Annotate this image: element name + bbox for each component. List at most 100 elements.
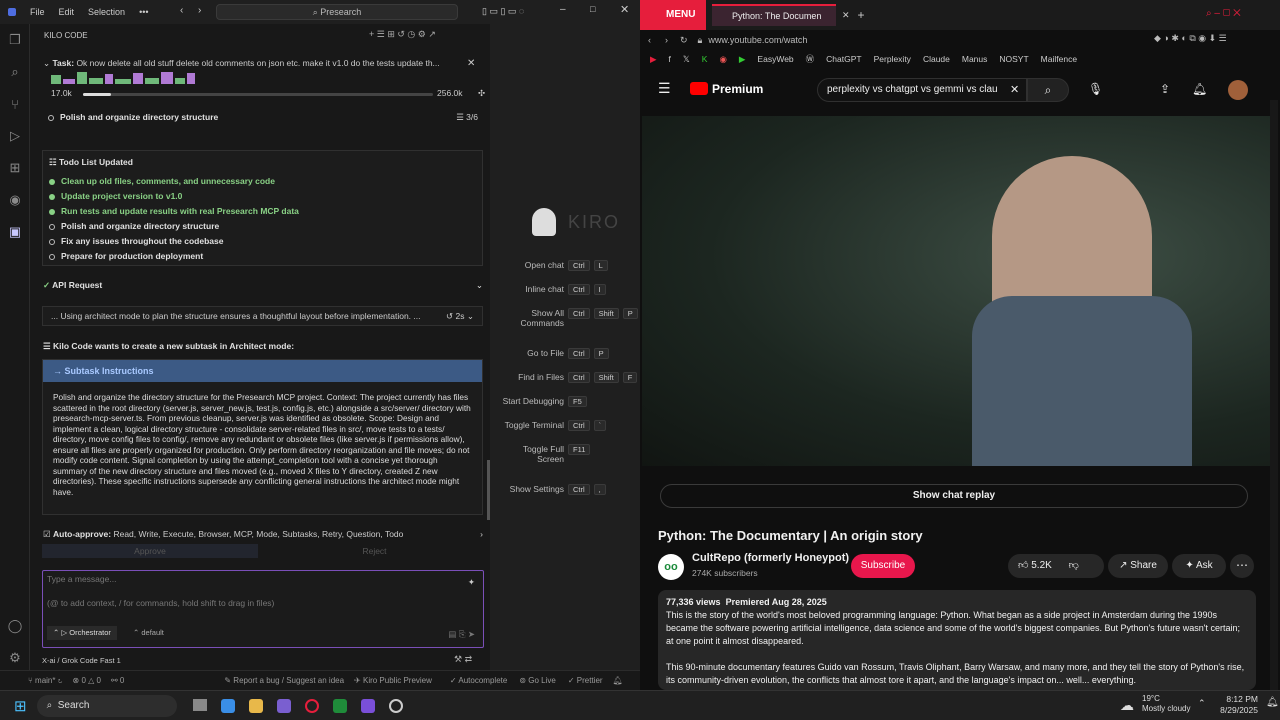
menu-selection[interactable]: Selection xyxy=(88,7,125,17)
shortcut-row[interactable]: Open chat Ctrl L xyxy=(498,260,638,271)
opera-icon[interactable] xyxy=(304,698,319,713)
kilo-code-icon[interactable]: ▣ xyxy=(0,216,30,248)
approve-button[interactable]: Approve xyxy=(42,544,258,558)
panel-actions[interactable]: + ☰ ⊞ ↺ ◷ ⚙ ↗ xyxy=(369,29,436,40)
bookmark-chatgpt[interactable]: ChatGPT xyxy=(826,54,861,64)
like-button[interactable]: 👍︎ 5.2K xyxy=(1018,560,1052,571)
start-button-icon[interactable]: ⊞ xyxy=(14,697,27,715)
subscribe-button[interactable]: Subscribe xyxy=(851,554,915,578)
extension-icons[interactable]: ◆ ◑ ✱ ◐ ⧉ ◉ ⬇ ☰ xyxy=(1154,33,1227,44)
github-icon[interactable] xyxy=(388,698,403,713)
reject-button[interactable]: Reject xyxy=(266,544,483,558)
api-request-row[interactable]: ✓ API Request ⌄ xyxy=(43,280,483,291)
bookmark-reddit-icon[interactable]: ◉ xyxy=(719,54,726,65)
mic-icon[interactable]: 🎙︎ xyxy=(1088,82,1103,96)
bookmark-manus[interactable]: Manus xyxy=(962,54,988,64)
thinking-row[interactable]: ... Using architect mode to plan the str… xyxy=(42,306,483,326)
video-player[interactable] xyxy=(642,116,1270,466)
shortcut-row[interactable]: Start Debugging F5 xyxy=(498,396,638,407)
bookmark-perplexity[interactable]: Perplexity xyxy=(874,54,911,64)
window-controls[interactable]: ⌕ – ▢ ✕ xyxy=(1206,8,1241,19)
youtube-bookmark-icon[interactable]: ▶ xyxy=(650,54,657,65)
menu-file[interactable]: File xyxy=(30,7,45,17)
shortcut-row[interactable]: Go to File Ctrl P xyxy=(498,348,638,359)
hamburger-menu-icon[interactable]: ☰ xyxy=(658,80,671,97)
close-icon[interactable]: ✕ xyxy=(620,3,629,16)
forward-icon[interactable]: › xyxy=(198,5,201,16)
copilot-icon[interactable] xyxy=(220,698,235,713)
tab-close-icon[interactable]: ✕ xyxy=(842,10,850,21)
youtube-premium-logo[interactable]: Premium xyxy=(712,82,763,96)
channel-avatar[interactable]: oo xyxy=(658,554,684,580)
shortcut-row[interactable]: Inline chat Ctrl I xyxy=(498,284,638,295)
task-close-icon[interactable]: ✕ xyxy=(467,58,475,69)
search-icon[interactable]: ⌕ xyxy=(1027,78,1069,102)
go-live-button[interactable]: ⊚ Go Live xyxy=(519,676,556,685)
forward-icon[interactable]: › xyxy=(665,35,668,45)
notification-center-icon[interactable]: 🔔︎ xyxy=(1266,697,1279,708)
ask-button[interactable]: ✦ Ask xyxy=(1172,554,1226,578)
avatar[interactable] xyxy=(1228,80,1248,100)
prettier-status[interactable]: ✓ Prettier xyxy=(568,676,603,685)
kiro-app-icon[interactable] xyxy=(360,698,375,713)
back-icon[interactable]: ‹ xyxy=(180,5,183,16)
notifications-icon[interactable]: 🔔︎ xyxy=(613,676,623,685)
bookmark-nosyt[interactable]: NOSYT xyxy=(999,54,1028,64)
notifications-icon[interactable]: 🔔︎ xyxy=(1192,82,1207,96)
ports-status[interactable]: ⚯ 0 xyxy=(111,676,124,685)
message-input-box[interactable]: ✦ (@ to add context, / for commands, hol… xyxy=(42,570,484,648)
report-bug-link[interactable]: ✎ Report a bug / Suggest an idea xyxy=(224,676,344,685)
task-view-icon[interactable] xyxy=(192,698,207,713)
new-tab-icon[interactable]: + xyxy=(858,8,865,22)
command-search[interactable]: ⌕ Presearch xyxy=(216,4,458,20)
layout-icons[interactable]: ▯ ▭ ▯ ▭ ◌ xyxy=(482,6,524,17)
reload-icon[interactable]: ↻ xyxy=(680,35,688,46)
bookmark-easyweb[interactable]: EasyWeb xyxy=(757,54,793,64)
youtube-logo-icon[interactable] xyxy=(690,82,708,95)
shortcut-row[interactable]: Find in Files Ctrl Shift F xyxy=(498,372,638,383)
kiro-icon[interactable]: ◉ xyxy=(0,184,30,216)
description-box[interactable]: 77,336 views Premiered Aug 28, 2025 This… xyxy=(658,590,1256,690)
clear-search-icon[interactable]: ✕ xyxy=(1010,83,1019,96)
problems-status[interactable]: ⊗ 0 △ 0 xyxy=(73,676,101,685)
auto-approve-row[interactable]: ☑ Auto-approve: Read, Write, Execute, Br… xyxy=(43,529,483,540)
page-scrollbar[interactable] xyxy=(1270,100,1278,690)
more-menu-icon[interactable]: ••• xyxy=(139,7,148,17)
account-icon[interactable]: ◯ xyxy=(0,610,30,642)
source-control-icon[interactable]: ⑂ xyxy=(0,88,30,120)
shortcut-row[interactable]: Show All Commands Ctrl Shift P xyxy=(498,308,638,328)
share-button[interactable]: ↗ Share xyxy=(1108,554,1168,578)
tab-youtube[interactable]: Python: The Documen xyxy=(712,4,836,26)
store-icon[interactable] xyxy=(276,698,291,713)
checkbox-checked-icon[interactable]: ☑ xyxy=(43,529,53,539)
branch-status[interactable]: ⑂ main* ↻ xyxy=(28,676,63,685)
back-icon[interactable]: ‹ xyxy=(648,35,651,45)
mode-selector[interactable]: ⌃ ▷ Orchestrator xyxy=(47,626,117,640)
minimize-icon[interactable]: – xyxy=(560,4,566,15)
enhance-prompt-icon[interactable]: ✦ xyxy=(468,577,475,588)
search-icon[interactable]: ⌕ xyxy=(0,56,30,88)
extensions-icon[interactable]: ⊞ xyxy=(0,152,30,184)
task-line[interactable]: ⌄ Task: Ok now delete all old stuff dele… xyxy=(43,58,463,69)
bookmark-k-icon[interactable]: K xyxy=(702,54,708,64)
compress-icon[interactable]: ✣ xyxy=(478,88,485,99)
shortcut-row[interactable]: Toggle Full Screen F11 xyxy=(498,444,638,464)
bookmark-play-icon[interactable]: ▶ xyxy=(739,54,746,65)
shortcut-row[interactable]: Show Settings Ctrl, xyxy=(498,484,638,495)
message-input[interactable] xyxy=(47,574,427,584)
explorer-icon[interactable]: ❐ xyxy=(0,24,30,56)
channel-name[interactable]: CultRepo (formerly Honeypot) xyxy=(692,552,849,564)
bookmark-wp-icon[interactable]: Ⓦ xyxy=(806,53,815,65)
youtube-search-input[interactable]: perplexity vs chatgpt vs gemmi vs clau xyxy=(817,78,1027,102)
terminal-icon[interactable] xyxy=(332,698,347,713)
opera-menu-button[interactable]: MENU xyxy=(640,0,706,30)
x-bookmark-icon[interactable]: 𝕏 xyxy=(683,54,690,65)
run-debug-icon[interactable]: ▷ xyxy=(0,120,30,152)
facebook-bookmark-icon[interactable]: f xyxy=(669,54,671,64)
kiro-preview-status[interactable]: ✈ Kiro Public Preview xyxy=(354,676,432,685)
model-actions-icon[interactable]: ⚒ ⇄ xyxy=(454,654,472,665)
clock[interactable]: 8:12 PM 8/29/2025 xyxy=(1208,694,1258,716)
menu-edit[interactable]: Edit xyxy=(59,7,75,17)
input-action-icons[interactable]: ▤ ⎘ ➤ xyxy=(448,629,475,640)
autocomplete-status[interactable]: ✓ Autocomplete xyxy=(450,676,507,685)
